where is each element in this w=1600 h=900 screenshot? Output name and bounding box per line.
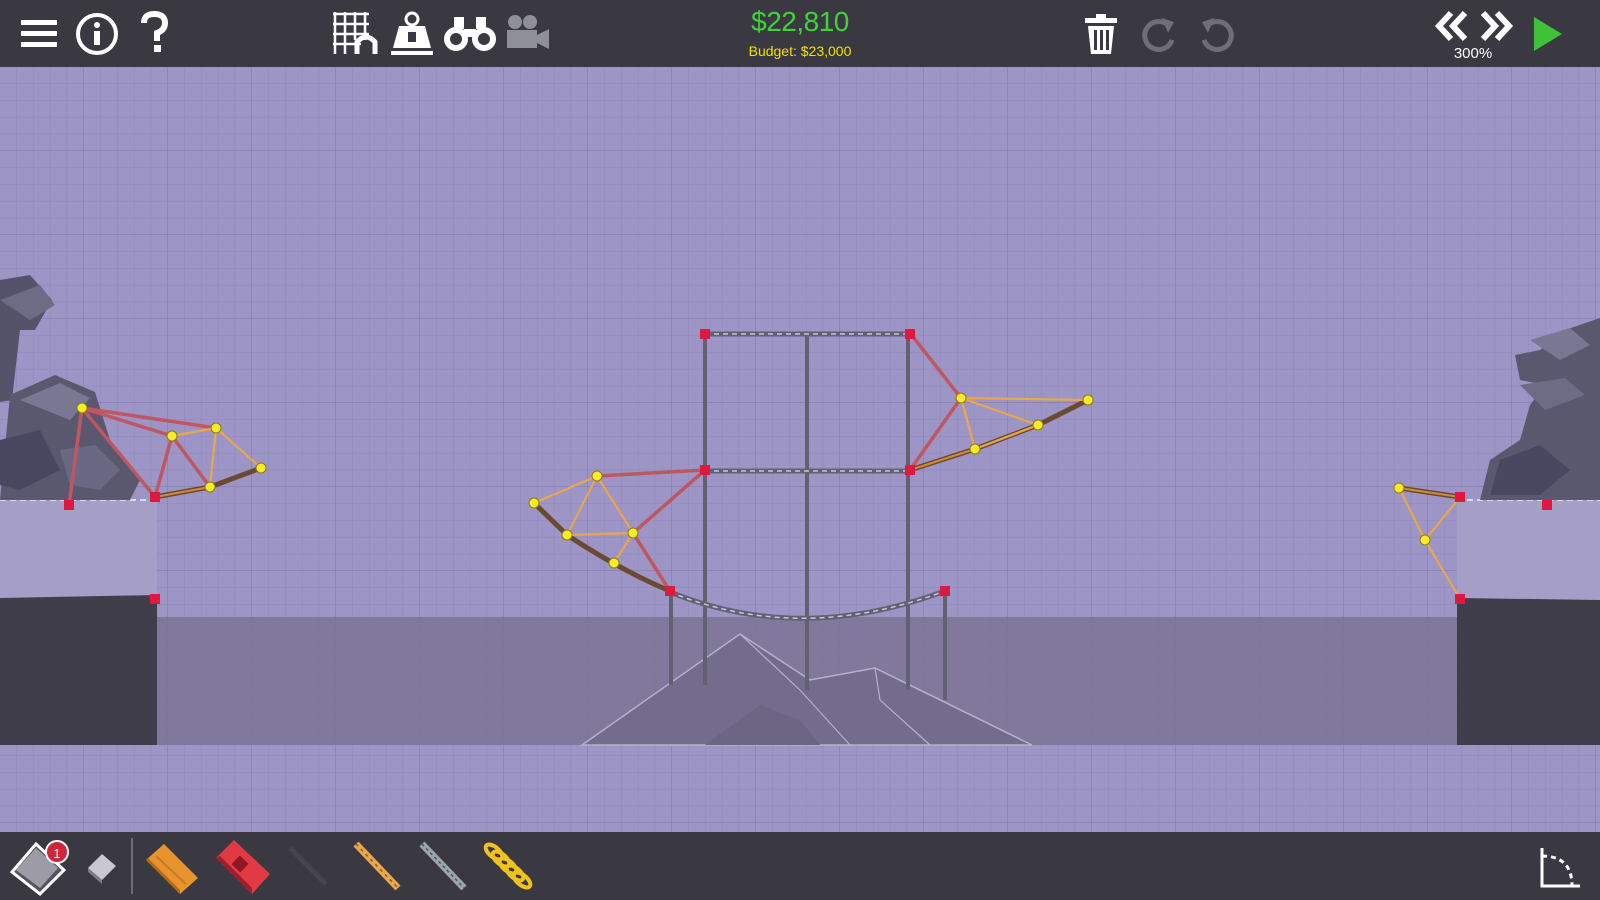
undo-icon bbox=[1201, 18, 1234, 52]
play-icon bbox=[1534, 17, 1562, 51]
trash-icon bbox=[1085, 14, 1117, 54]
joint[interactable] bbox=[561, 529, 573, 541]
arc-angle-icon bbox=[1540, 848, 1580, 888]
help-button[interactable] bbox=[134, 10, 174, 56]
play-button[interactable] bbox=[1528, 14, 1568, 54]
joint[interactable] bbox=[166, 430, 178, 442]
steel-material-button[interactable] bbox=[282, 840, 334, 892]
anchor[interactable] bbox=[1455, 492, 1465, 502]
joint[interactable] bbox=[969, 443, 981, 455]
fast-forward-icon bbox=[1480, 10, 1514, 42]
budget-label: Budget: $23,000 bbox=[748, 43, 852, 59]
info-button[interactable] bbox=[74, 12, 120, 56]
spring-icon bbox=[483, 842, 533, 890]
redo-button[interactable] bbox=[1138, 12, 1182, 56]
joint[interactable] bbox=[255, 462, 267, 474]
toolbar-divider bbox=[131, 838, 133, 894]
joint[interactable] bbox=[210, 422, 222, 434]
binoculars-icon bbox=[444, 17, 496, 51]
anchor[interactable] bbox=[905, 329, 915, 339]
joint[interactable] bbox=[627, 527, 639, 539]
joint[interactable] bbox=[528, 497, 540, 509]
joint[interactable] bbox=[76, 402, 88, 414]
cost-spent: $22,810 bbox=[751, 6, 849, 37]
stress-view-button[interactable] bbox=[442, 12, 498, 54]
load-toggle-button[interactable] bbox=[388, 10, 436, 56]
menu-button[interactable] bbox=[18, 14, 60, 54]
redo-icon bbox=[1142, 18, 1175, 52]
cable-icon bbox=[419, 841, 467, 891]
anchor[interactable] bbox=[150, 492, 160, 502]
snap-angle-button[interactable] bbox=[1534, 840, 1588, 894]
hamburger-menu-icon bbox=[21, 20, 57, 47]
joint[interactable] bbox=[608, 557, 620, 569]
cable-material-button[interactable] bbox=[416, 838, 470, 894]
wood-material-button[interactable] bbox=[142, 838, 202, 896]
joint[interactable] bbox=[204, 481, 216, 493]
simulation-speed: 300% bbox=[1453, 45, 1493, 62]
anchor[interactable] bbox=[940, 586, 950, 596]
anchor[interactable] bbox=[64, 500, 74, 510]
anchor[interactable] bbox=[905, 465, 915, 475]
reinforced-road-icon bbox=[216, 840, 270, 894]
weight-load-icon bbox=[391, 11, 433, 55]
joint[interactable] bbox=[1082, 394, 1094, 406]
info-circle-icon bbox=[76, 13, 118, 55]
steel-beam-icon bbox=[288, 846, 328, 886]
build-canvas[interactable] bbox=[0, 67, 1600, 832]
undo-button[interactable] bbox=[1194, 12, 1238, 56]
joint[interactable] bbox=[1032, 419, 1044, 431]
materials-toolbar bbox=[0, 832, 1600, 900]
grid-toggle-button[interactable] bbox=[330, 10, 380, 56]
anchor[interactable] bbox=[1455, 594, 1465, 604]
camera-icon bbox=[507, 15, 549, 49]
joint[interactable] bbox=[1393, 482, 1405, 494]
delete-button[interactable] bbox=[1080, 10, 1122, 58]
anchor[interactable] bbox=[700, 465, 710, 475]
joint[interactable] bbox=[591, 470, 603, 482]
wood-beam-icon bbox=[146, 844, 198, 894]
camera-button[interactable] bbox=[502, 12, 552, 54]
anchor[interactable] bbox=[700, 329, 710, 339]
rope-icon bbox=[353, 841, 401, 891]
anchor[interactable] bbox=[665, 586, 675, 596]
spring-material-button[interactable] bbox=[480, 838, 534, 894]
rope-material-button[interactable] bbox=[350, 838, 404, 894]
question-mark-icon bbox=[141, 11, 169, 52]
slower-button[interactable] bbox=[1432, 8, 1470, 44]
reinforced-road-button[interactable] bbox=[212, 836, 274, 898]
grid-snap-icon bbox=[333, 12, 378, 54]
road-count-badge: 1 bbox=[45, 840, 69, 864]
top-toolbar: $22,810 Budget: $23,000 300% bbox=[0, 0, 1600, 67]
bridge-scene bbox=[0, 67, 1600, 832]
eraser-button[interactable] bbox=[80, 844, 124, 888]
anchor[interactable] bbox=[1542, 500, 1552, 510]
eraser-icon bbox=[88, 854, 116, 884]
rewind-icon bbox=[1434, 10, 1468, 42]
joint[interactable] bbox=[1419, 534, 1431, 546]
faster-button[interactable] bbox=[1478, 8, 1516, 44]
joint[interactable] bbox=[955, 392, 967, 404]
anchor[interactable] bbox=[150, 594, 160, 604]
